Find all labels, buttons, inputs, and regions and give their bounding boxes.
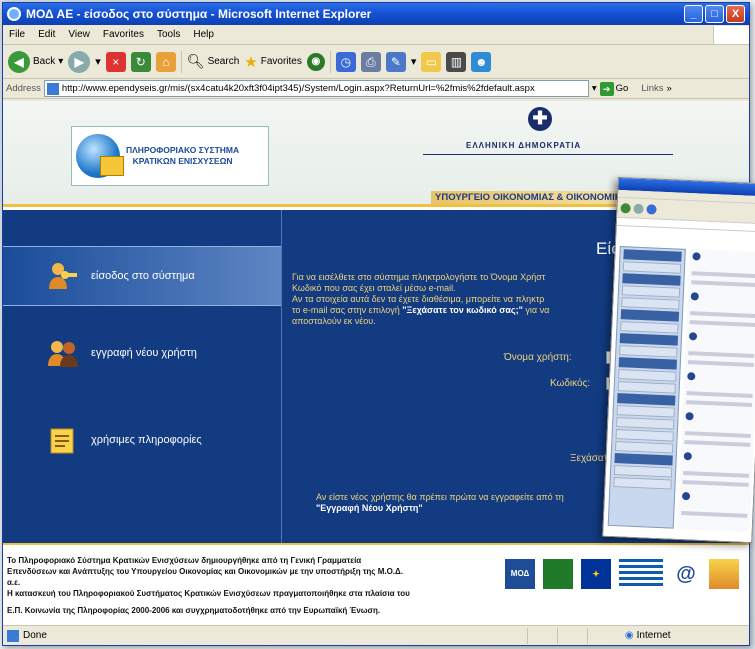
- notes-icon: [47, 425, 79, 455]
- logo-text: ΠΛΗΡΟΦΟΡΙΑΚΟ ΣΥΣΤΗΜΑ ΚΡΑΤΙΚΩΝ ΕΝΙΣΧΥΣΕΩΝ: [126, 145, 239, 167]
- overlay-body: [603, 237, 755, 544]
- eu-flag-icon: ✦: [581, 559, 611, 589]
- sidebar: είσοδος στο σύστημα εγγραφή νέου χρήστη …: [3, 210, 281, 543]
- overlay-screenshot: [602, 176, 755, 544]
- edit-button[interactable]: ✎: [385, 51, 406, 72]
- globe-icon: ◉: [624, 630, 634, 641]
- address-dropdown-icon[interactable]: ▾: [592, 83, 597, 94]
- go-button[interactable]: ➔ Go: [599, 81, 629, 96]
- username-label: Όνομα χρήστη:: [504, 352, 572, 363]
- search-icon: 🔍︎: [186, 53, 205, 69]
- sidebar-item-label: εγγραφή νέου χρήστη: [91, 347, 197, 359]
- address-input[interactable]: http://www.ependyseis.gr/mis/(sx4catu4k2…: [43, 80, 589, 97]
- overlay-content-column: [677, 249, 755, 532]
- close-button[interactable]: X: [726, 5, 745, 23]
- favorites-button[interactable]: ★ Favorites: [244, 53, 302, 71]
- programme-logo: [543, 559, 573, 589]
- at-logo-icon: @: [676, 563, 696, 585]
- menu-help[interactable]: Help: [193, 29, 214, 40]
- research-button[interactable]: ▥: [446, 51, 467, 72]
- greek-crest-icon: ✚: [528, 107, 552, 131]
- sidebar-item-info[interactable]: χρήσιμες πληροφορίες: [3, 410, 281, 470]
- status-segment: [556, 627, 587, 644]
- logo-line-1: ΠΛΗΡΟΦΟΡΙΑΚΟ ΣΥΣΤΗΜΑ: [126, 145, 240, 155]
- page-footer: Το Πληροφοριακό Σύστημα Κρατικών Ενισχύσ…: [3, 543, 749, 626]
- media-button[interactable]: ◉: [306, 52, 325, 71]
- messenger-button[interactable]: ☻: [471, 51, 492, 72]
- stop-button[interactable]: ×: [105, 51, 126, 72]
- menu-view[interactable]: View: [68, 29, 90, 40]
- logo-line-2: ΚΡΑΤΙΚΩΝ ΕΝΙΣΧΥΣΕΩΝ: [132, 156, 233, 166]
- chevron-down-icon: ▾: [95, 56, 101, 68]
- globe-icon: [76, 134, 124, 178]
- instructions-text: το e-mail σας στην επιλογή: [292, 305, 400, 315]
- search-label: Search: [207, 56, 240, 67]
- menu-file[interactable]: File: [9, 29, 25, 40]
- back-label: Back: [33, 56, 56, 67]
- windows-flag-icon: [713, 25, 749, 44]
- password-label: Κωδικός:: [550, 378, 591, 389]
- footer-line: Η κατασκευή του Πληροφοριακού Συστήματος…: [7, 589, 410, 598]
- header-divider: [423, 154, 673, 155]
- status-segment: [586, 627, 617, 644]
- sidebar-item-label: χρήσιμες πληροφορίες: [91, 434, 202, 446]
- users-icon: [47, 338, 79, 368]
- address-label: Address: [6, 83, 41, 94]
- back-arrow-icon: ◀: [8, 50, 30, 73]
- status-text: Done: [23, 630, 47, 641]
- search-button[interactable]: 🔍︎ Search: [187, 53, 239, 70]
- sidebar-item-register[interactable]: εγγραφή νέου χρήστη: [3, 323, 281, 383]
- maximize-button[interactable]: □: [705, 5, 724, 23]
- site-logo[interactable]: ΠΛΗΡΟΦΟΡΙΑΚΟ ΣΥΣΤΗΜΑ ΚΡΑΤΙΚΩΝ ΕΝΙΣΧΥΣΕΩΝ: [71, 126, 269, 186]
- olympic-logo-icon: [709, 559, 739, 589]
- forward-button[interactable]: ▶: [68, 50, 91, 73]
- forgot-password-link[interactable]: "Ξεχάσατε τον κωδικό σας;": [402, 305, 523, 315]
- menu-edit[interactable]: Edit: [38, 29, 55, 40]
- chevron-right-icon[interactable]: »: [667, 83, 672, 94]
- ie-logo-icon: [7, 7, 21, 21]
- toolbar-separator: [180, 50, 182, 73]
- chevron-down-icon: ▾: [58, 56, 64, 67]
- ministry-name: ΥΠΟΥΡΓΕΙΟ ΟΙΚΟΝΟΜΙΑΣ & ΟΙΚΟΝΟΜΙΚΩΝ: [431, 191, 641, 204]
- toolbar-separator: [329, 50, 331, 73]
- footer-logos: ΜΟΔ ✦ @: [505, 559, 739, 589]
- go-label: Go: [615, 83, 629, 94]
- home-button[interactable]: ⌂: [155, 51, 176, 72]
- history-button[interactable]: ◷: [335, 51, 356, 72]
- menu-tools[interactable]: Tools: [157, 29, 180, 40]
- links-label[interactable]: Links: [641, 83, 663, 94]
- address-url: http://www.ependyseis.gr/mis/(sx4catu4k2…: [61, 83, 535, 94]
- security-zone: Internet: [636, 630, 671, 641]
- sidebar-item-login[interactable]: είσοδος στο σύστημα: [3, 246, 281, 306]
- instructions-text: για να: [525, 305, 550, 315]
- menu-bar: File Edit View Favorites Tools Help: [3, 25, 749, 45]
- page-done-icon: [7, 629, 19, 642]
- title-bar[interactable]: ΜΟΔ ΑΕ - είσοδος στο σύστημα - Microsoft…: [3, 3, 749, 25]
- folder-button[interactable]: ▭: [421, 51, 442, 72]
- go-arrow-icon: ➔: [599, 81, 614, 96]
- menu-favorites[interactable]: Favorites: [103, 29, 144, 40]
- user-key-icon: [47, 261, 79, 291]
- greek-flag-icon: [619, 559, 663, 589]
- minimize-button[interactable]: _: [684, 5, 703, 23]
- print-button[interactable]: ⎙: [360, 51, 381, 72]
- chevron-down-icon: ▾: [410, 56, 417, 68]
- footer-line: Ε.Π. Κοινωνία της Πληροφορίας 2000-2006 …: [7, 606, 381, 615]
- favorites-label: Favorites: [260, 56, 302, 67]
- toolbar: ◀ Back ▾ ▶ ▾ × ↻ ⌂ 🔍︎ Search ★ Favorites…: [3, 45, 749, 79]
- status-segment: [526, 627, 557, 644]
- country-name: ΕΛΛΗΝΙΚΗ ΔΗΜΟΚΡΑΤΙΑ: [466, 141, 582, 150]
- address-bar: Address http://www.ependyseis.gr/mis/(sx…: [3, 79, 749, 99]
- mod-logo: ΜΟΔ: [505, 559, 535, 589]
- star-icon: ★: [244, 53, 258, 71]
- refresh-button[interactable]: ↻: [130, 51, 151, 72]
- status-bar: Done ◉ Internet: [3, 625, 749, 645]
- page-icon: [46, 82, 59, 95]
- overlay-menu-column: [607, 246, 686, 529]
- register-link[interactable]: "Εγγραφή Νέου Χρήστη": [316, 503, 423, 513]
- window-title: ΜΟΔ ΑΕ - είσοδος στο σύστημα - Microsoft…: [26, 7, 372, 21]
- sidebar-item-label: είσοδος στο σύστημα: [91, 270, 195, 282]
- back-button[interactable]: ◀ Back ▾: [8, 50, 64, 73]
